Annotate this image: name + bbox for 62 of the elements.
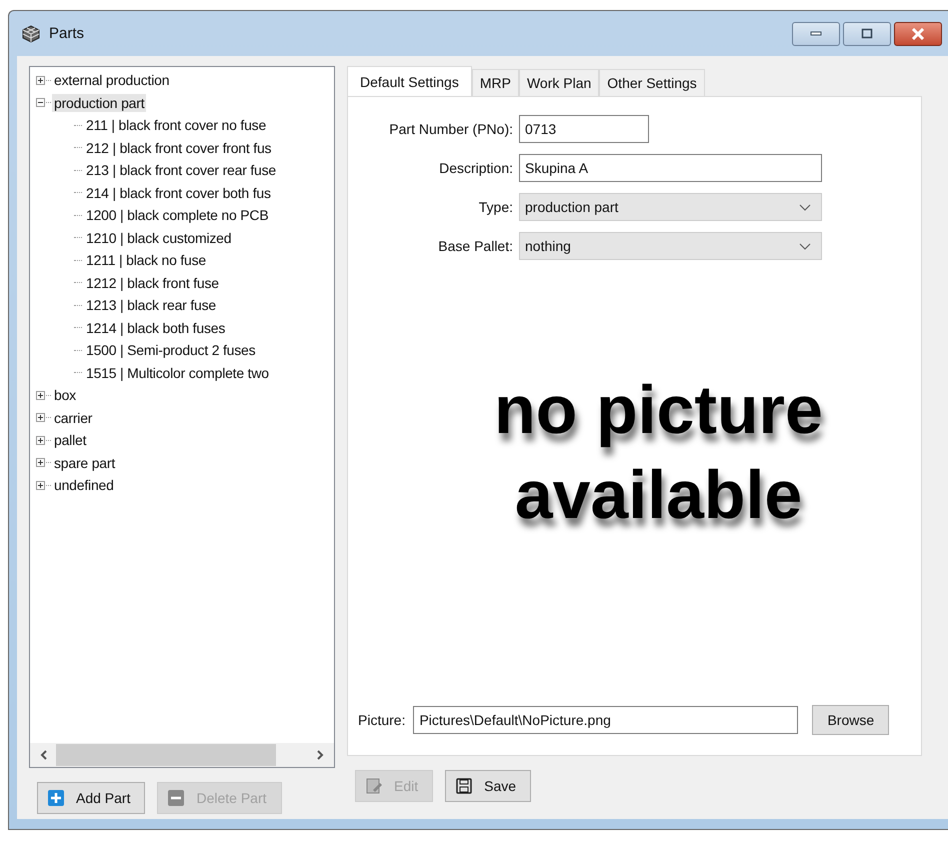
horizontal-scrollbar[interactable] — [30, 743, 334, 767]
field-label: Picture: — [358, 712, 406, 728]
maximize-button[interactable] — [843, 22, 891, 46]
expand-icon[interactable] — [36, 413, 45, 422]
scroll-right-icon[interactable] — [316, 749, 324, 761]
tree-item[interactable]: box — [52, 386, 78, 404]
add-part-button[interactable]: Add Part — [37, 782, 146, 814]
chevron-down-icon — [799, 204, 811, 210]
tree-item[interactable]: 1500 | Semi-product 2 fuses — [84, 341, 258, 360]
tree-item[interactable]: external production — [52, 71, 172, 90]
close-button[interactable] — [894, 22, 942, 46]
tab[interactable]: MRP — [472, 69, 519, 96]
minimize-icon — [810, 30, 822, 36]
field-label: Type: — [478, 199, 513, 215]
save-icon — [456, 778, 472, 794]
tab[interactable]: Work Plan — [518, 69, 600, 96]
tree-item[interactable]: 1210 | black customized — [84, 228, 234, 247]
tree-item[interactable]: spare part — [52, 454, 118, 472]
text-field[interactable]: Pictures\Default\NoPicture.png — [413, 706, 798, 734]
window-title: Parts — [49, 25, 84, 42]
text-field[interactable]: 0713 — [519, 115, 649, 143]
tree-item[interactable]: 1211 | black no fuse — [84, 251, 208, 270]
field-label: Base Pallet: — [437, 238, 513, 254]
cubes-icon — [21, 24, 41, 42]
expand-icon[interactable] — [36, 390, 45, 400]
expand-icon[interactable] — [36, 458, 45, 468]
tree-item[interactable]: 1213 | black rear fuse — [84, 296, 218, 314]
tree-item[interactable]: 1515 | Multicolor complete two — [84, 364, 271, 382]
minus-icon — [168, 790, 184, 806]
tree-item[interactable]: carrier — [52, 408, 94, 427]
tab[interactable]: Default Settings — [347, 66, 472, 96]
maximize-icon — [861, 28, 873, 40]
dropdown[interactable]: nothing — [519, 232, 822, 260]
field-label: Description: — [438, 160, 513, 176]
no-picture-text: no picture — [494, 370, 823, 450]
tree-item[interactable]: pallet — [52, 431, 88, 450]
tree-item[interactable]: 1212 | black front fuse — [84, 274, 221, 292]
minimize-button[interactable] — [792, 22, 840, 46]
tab[interactable]: Other Settings — [599, 69, 705, 96]
tree-item[interactable]: 211 | black front cover no fuse — [84, 116, 268, 134]
no-picture-text: available — [514, 456, 802, 534]
tree-item[interactable]: 1200 | black complete no PCB — [84, 206, 270, 224]
text-field[interactable]: Skupina A — [519, 154, 822, 182]
scroll-left-icon[interactable] — [40, 749, 48, 761]
plus-icon — [48, 790, 64, 806]
expand-icon[interactable] — [36, 480, 45, 490]
expand-icon[interactable] — [36, 76, 45, 85]
browse-button[interactable]: Browse — [812, 705, 890, 735]
field-label: Part Number (PNo): — [388, 121, 513, 137]
tree-item[interactable]: 213 | black front cover rear fuse — [84, 161, 278, 180]
tree-item[interactable]: production part — [52, 94, 146, 112]
dropdown[interactable]: production part — [519, 193, 822, 221]
close-icon — [911, 28, 925, 40]
collapse-icon[interactable] — [36, 98, 45, 108]
tree-item[interactable]: undefined — [52, 476, 116, 494]
save-button[interactable]: Save — [445, 770, 532, 802]
chevron-down-icon — [799, 242, 811, 250]
expand-icon[interactable] — [36, 436, 45, 445]
tree-item[interactable]: 214 | black front cover both fus — [84, 184, 273, 202]
tree-item[interactable]: 1214 | black both fuses — [84, 318, 228, 337]
tree-item[interactable]: 212 | black front cover front fus — [84, 138, 274, 157]
edit-icon — [366, 778, 382, 794]
